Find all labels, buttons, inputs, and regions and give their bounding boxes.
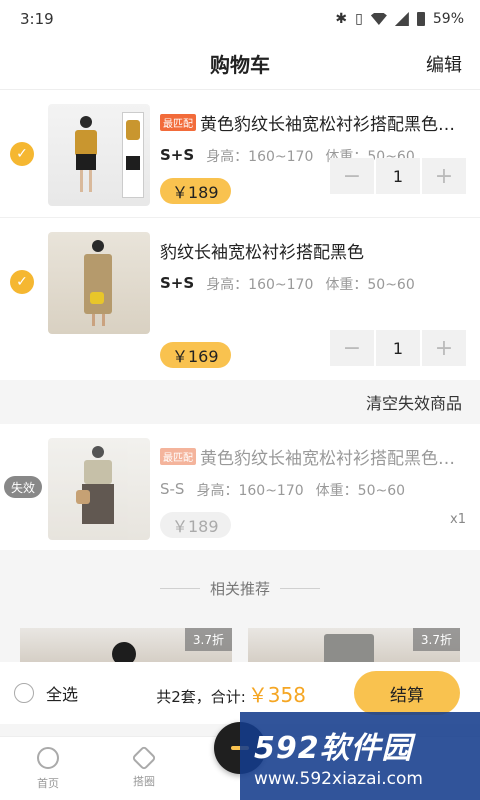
tab-label: 搭圈 — [133, 774, 155, 788]
clear-invalid-button[interactable]: 清空失效商品 — [0, 380, 480, 424]
discount-badge: 3.7折 — [184, 628, 232, 651]
status-time: 3:19 — [20, 10, 54, 28]
quantity-stepper: − 1 + — [330, 158, 466, 194]
eye-icon — [37, 746, 59, 769]
item-quantity: x1 — [450, 512, 466, 527]
nav-bar: 购物车 编辑 — [0, 38, 480, 90]
item-weight: 体重：50~60 — [315, 483, 406, 499]
item-checkbox[interactable]: ✓ — [10, 270, 34, 294]
item-height: 身高：160~170 — [206, 149, 314, 165]
item-title[interactable]: 豹纹长袖宽松衬衫搭配黑色 — [160, 238, 364, 263]
item-price: ￥189 — [160, 512, 231, 538]
quantity-stepper: − 1 + — [330, 330, 466, 366]
item-title[interactable]: 黄色豹纹长袖宽松衬衫搭配黑色… — [200, 110, 455, 135]
item-size: S+S — [160, 146, 195, 164]
signal-icon — [394, 12, 409, 26]
item-weight: 体重：50~60 — [325, 277, 415, 293]
hexagon-icon — [131, 744, 157, 771]
recommend-header: 相关推荐 — [0, 550, 480, 626]
select-all-label[interactable]: 全选 — [46, 681, 78, 705]
cart-item[interactable]: ✓ 最匹配 黄色豹纹长袖宽松衬衫搭配黑色… S+S 身高：160~170 体重：… — [0, 90, 480, 218]
battery-icon — [416, 12, 425, 26]
item-spec: S-S 身高：160~170 体重：50~60 — [160, 480, 405, 500]
bluetooth-icon: ✱ — [335, 11, 348, 27]
item-checkbox[interactable]: ✓ — [10, 142, 34, 166]
tab-label: 首页 — [37, 776, 59, 790]
recommend-title: 相关推荐 — [209, 579, 270, 598]
invalid-tag: 失效 — [4, 476, 42, 498]
model-figure — [92, 446, 104, 458]
item-spec: S+S 身高：160~170 体重：50~60 — [160, 274, 415, 294]
item-thumbnail[interactable] — [48, 232, 150, 334]
model-figure — [80, 116, 92, 128]
watermark-url: www.592xiazai.com — [254, 769, 423, 789]
decrement-button[interactable]: − — [330, 330, 374, 366]
item-thumbnail[interactable] — [48, 438, 150, 540]
invalid-cart-item[interactable]: 失效 最匹配 黄色豹纹长袖宽松衬衫搭配黑色… S-S 身高：160~170 体重… — [0, 424, 480, 550]
select-all-radio[interactable] — [14, 683, 34, 703]
status-bar: 3:19 ✱ ▯ 59% — [0, 0, 480, 38]
wifi-icon — [370, 13, 387, 25]
total-summary: 共2套，合计: ￥358 — [156, 679, 306, 708]
quantity-value: 1 — [376, 158, 420, 194]
item-height: 身高：160~170 — [196, 483, 304, 499]
item-thumbnail[interactable] — [48, 104, 150, 206]
tab-outfit-circle[interactable]: 搭圈 — [96, 737, 192, 800]
item-title[interactable]: 黄色豹纹长袖宽松衬衫搭配黑色… — [200, 444, 455, 469]
divider — [280, 587, 320, 589]
status-icons: ✱ ▯ 59% — [335, 11, 464, 27]
item-price: ￥189 — [160, 178, 231, 204]
cart-item[interactable]: ✓ 豹纹长袖宽松衬衫搭配黑色 S+S 身高：160~170 体重：50~60 ￥… — [0, 218, 480, 368]
item-size: S+S — [160, 274, 195, 292]
item-size: S-S — [160, 480, 185, 498]
checkout-button[interactable]: 结算 — [354, 671, 460, 715]
vibrate-icon: ▯ — [355, 11, 363, 27]
increment-button[interactable]: + — [422, 330, 466, 366]
watermark-logo: 592软件园 www.592xiazai.com — [240, 712, 480, 800]
divider — [159, 587, 200, 589]
tab-home[interactable]: 首页 — [0, 737, 96, 800]
item-price: ￥169 — [160, 342, 231, 368]
battery-level: 59% — [432, 11, 464, 27]
increment-button[interactable]: + — [422, 158, 466, 194]
match-badge: 最匹配 — [160, 114, 196, 131]
item-height: 身高：160~170 — [206, 277, 314, 293]
total-amount: ￥358 — [247, 682, 306, 707]
match-badge: 最匹配 — [160, 448, 196, 465]
quantity-value: 1 — [376, 330, 420, 366]
discount-badge: 3.7折 — [412, 628, 460, 651]
decrement-button[interactable]: − — [330, 158, 374, 194]
total-prefix: 共2套，合计: — [156, 687, 246, 706]
page-title: 购物车 — [210, 53, 270, 77]
model-figure — [92, 240, 104, 252]
watermark-brand: 592软件园 — [254, 731, 413, 766]
edit-button[interactable]: 编辑 — [426, 51, 462, 77]
